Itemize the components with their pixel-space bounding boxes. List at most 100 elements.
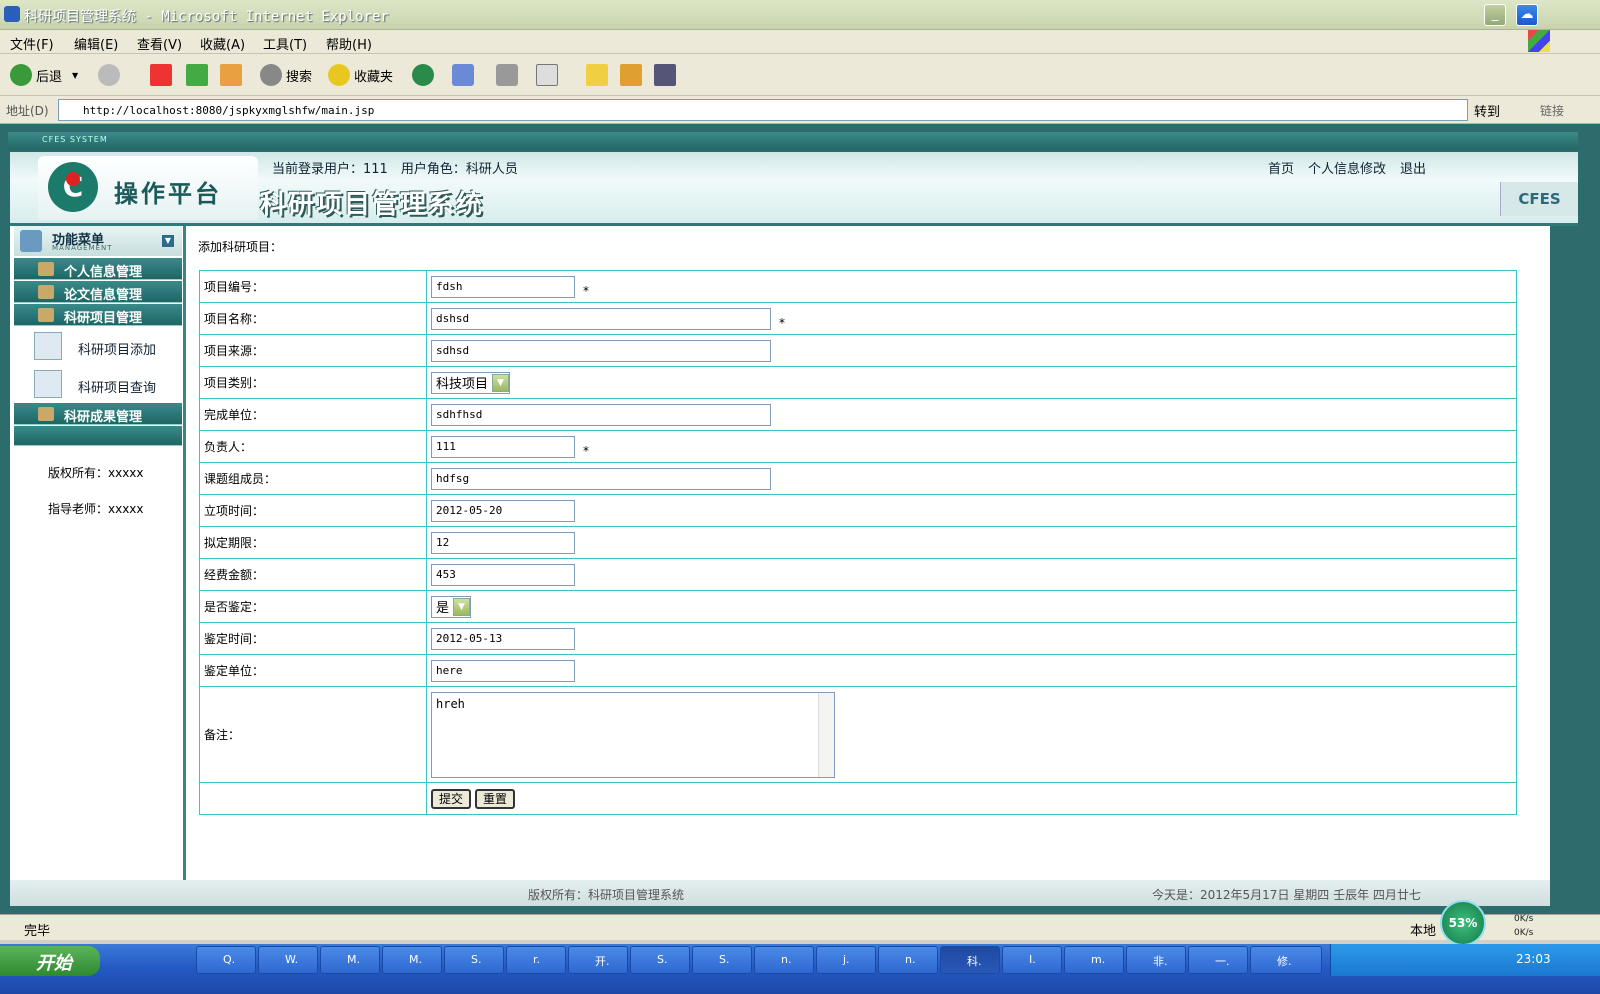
menu-view[interactable]: 查看(V) <box>137 34 182 53</box>
edit-button[interactable] <box>536 63 562 87</box>
home-button[interactable] <box>220 63 246 87</box>
taskbar-button[interactable]: S. <box>444 946 504 974</box>
sidebar-section-papers[interactable]: 论文信息管理 <box>14 281 182 303</box>
taskbar-button[interactable]: 修. <box>1250 946 1322 974</box>
history-button[interactable] <box>412 63 438 87</box>
folder-icon <box>38 285 54 299</box>
sidebar-item-query-project[interactable]: 科研项目查询 <box>14 368 182 402</box>
app-header: C 操作平台 科研项目管理系统 当前登录用户：111 用户角色：科研人员 首页 … <box>10 152 1578 226</box>
mail-button[interactable] <box>452 63 478 87</box>
logout-link[interactable]: 退出 <box>1400 158 1426 177</box>
favorites-button[interactable]: 收藏夹 <box>328 63 393 87</box>
members-input[interactable]: hdfsg <box>431 467 771 490</box>
logo-mark-icon: C <box>48 162 98 212</box>
taskbar-button[interactable]: r. <box>506 946 566 974</box>
completion-unit-input[interactable]: sdhfhsd <box>431 403 771 426</box>
home-link[interactable]: 首页 <box>1268 158 1294 177</box>
print-button[interactable] <box>496 63 522 87</box>
field-label: 是否鉴定： <box>199 590 427 623</box>
submit-button[interactable]: 提交 <box>431 788 472 809</box>
field-label: 负责人： <box>199 430 427 463</box>
taskbar-button[interactable]: W. <box>258 946 318 974</box>
menu-tools[interactable]: 工具(T) <box>263 34 307 53</box>
window-title: 科研项目管理系统 - Microsoft Internet Explorer <box>24 9 389 25</box>
cloud-icon[interactable]: ☁ <box>1516 4 1538 26</box>
ie-icon <box>4 6 20 22</box>
window-titlebar: 科研项目管理系统 - Microsoft Internet Explorer _… <box>0 0 1600 30</box>
research-button[interactable] <box>620 63 646 87</box>
search-button[interactable]: 搜索 <box>260 63 312 87</box>
menu-edit[interactable]: 编辑(E) <box>74 34 118 53</box>
taskbar-button[interactable]: S. <box>630 946 690 974</box>
taskbar-button[interactable]: j. <box>816 946 876 974</box>
minimize-button[interactable]: _ <box>1484 4 1506 26</box>
refresh-icon <box>186 64 208 86</box>
menu-file[interactable]: 文件(F) <box>10 34 54 53</box>
taskbar-button[interactable]: 一. <box>1188 946 1248 974</box>
leader-input[interactable]: 111 <box>431 435 575 458</box>
sidebar-section-personal[interactable]: 个人信息管理 <box>14 258 182 280</box>
download-speed: 0K/s <box>1514 928 1534 938</box>
project-category-select[interactable]: 科技项目 ▼ <box>431 371 511 394</box>
logo-text: 操作平台 <box>114 180 222 208</box>
project-source-input[interactable]: sdhsd <box>431 339 771 362</box>
status-text: 完毕 <box>24 924 51 939</box>
duration-input[interactable]: 12 <box>431 531 575 554</box>
taskbar-button[interactable]: M. <box>320 946 380 974</box>
history-icon <box>412 64 434 86</box>
appraisal-date-input[interactable]: 2012-05-13 <box>431 627 575 650</box>
project-name-input[interactable]: dshsd <box>431 307 771 330</box>
sidebar-copyright: 版权所有：xxxxx <box>48 466 144 480</box>
document-icon <box>34 332 62 360</box>
taskbar-button[interactable]: n. <box>754 946 814 974</box>
stop-button[interactable] <box>150 63 176 87</box>
go-button[interactable]: 转到 <box>1474 101 1500 120</box>
back-arrow-icon <box>10 64 32 86</box>
logo: C 操作平台 <box>38 156 258 220</box>
folder-button[interactable] <box>586 63 612 87</box>
appraised-select[interactable]: 是 ▼ <box>431 595 472 618</box>
home-icon <box>220 64 242 86</box>
messenger-button[interactable] <box>654 63 680 87</box>
taskbar-button[interactable]: n. <box>878 946 938 974</box>
taskbar-button[interactable]: 非. <box>1126 946 1186 974</box>
menu-help[interactable]: 帮助(H) <box>326 34 372 53</box>
windows-logo-icon <box>1528 30 1550 52</box>
field-label: 备注： <box>199 686 427 783</box>
menu-favorites[interactable]: 收藏(A) <box>200 34 245 53</box>
taskbar-button[interactable]: S. <box>692 946 752 974</box>
textarea-scrollbar[interactable] <box>818 692 834 777</box>
taskbar-button[interactable]: m. <box>1064 946 1124 974</box>
taskbar-button-active[interactable]: 科. <box>940 946 1000 974</box>
taskbar-button[interactable]: I. <box>1002 946 1062 974</box>
project-number-input[interactable]: fdsh <box>431 275 575 298</box>
links-button[interactable]: 链接 <box>1540 102 1564 119</box>
remarks-textarea[interactable]: hreh <box>431 691 835 778</box>
sidebar-section-projects[interactable]: 科研项目管理 <box>14 304 182 326</box>
back-button[interactable]: 后退 ▼ <box>10 63 78 87</box>
project-form: 项目编号： fdsh * 项目名称： dshsd * 项目来源： sdhsd 项目类… <box>199 270 1517 815</box>
app-bar-title: CFES SYSTEM <box>8 132 1578 150</box>
appraisal-unit-input[interactable]: here <box>431 659 575 682</box>
reset-button[interactable]: 重置 <box>475 788 516 809</box>
sidebar-section-results[interactable]: 科研成果管理 <box>14 403 182 425</box>
taskbar-button[interactable]: 开. <box>568 946 628 974</box>
profile-link[interactable]: 个人信息修改 <box>1308 158 1386 177</box>
forward-arrow-icon <box>98 64 120 86</box>
taskbar-button[interactable]: M. <box>382 946 442 974</box>
field-label: 立项时间： <box>199 494 427 527</box>
start-date-input[interactable]: 2012-05-20 <box>431 499 575 522</box>
forward-button[interactable] <box>98 63 124 87</box>
refresh-button[interactable] <box>186 63 212 87</box>
folder-icon <box>38 308 54 322</box>
address-input[interactable]: http://localhost:8080/jspkyxmglshfw/main… <box>58 99 1468 121</box>
edit-icon <box>536 64 558 86</box>
menu-bar: 文件(F) 编辑(E) 查看(V) 收藏(A) 工具(T) 帮助(H) <box>0 30 1600 54</box>
funding-input[interactable]: 453 <box>431 563 575 586</box>
start-button[interactable]: 开始 <box>0 946 100 976</box>
field-label: 项目来源： <box>199 334 427 367</box>
app-footer: 版权所有：科研项目管理系统 今天是：2012年5月17日 星期四 壬辰年 四月廿… <box>10 880 1550 906</box>
collapse-toggle-icon[interactable]: ▼ <box>162 235 174 247</box>
taskbar-button[interactable]: Q. <box>196 946 256 974</box>
sidebar-item-add-project[interactable]: 科研项目添加 <box>14 330 182 364</box>
